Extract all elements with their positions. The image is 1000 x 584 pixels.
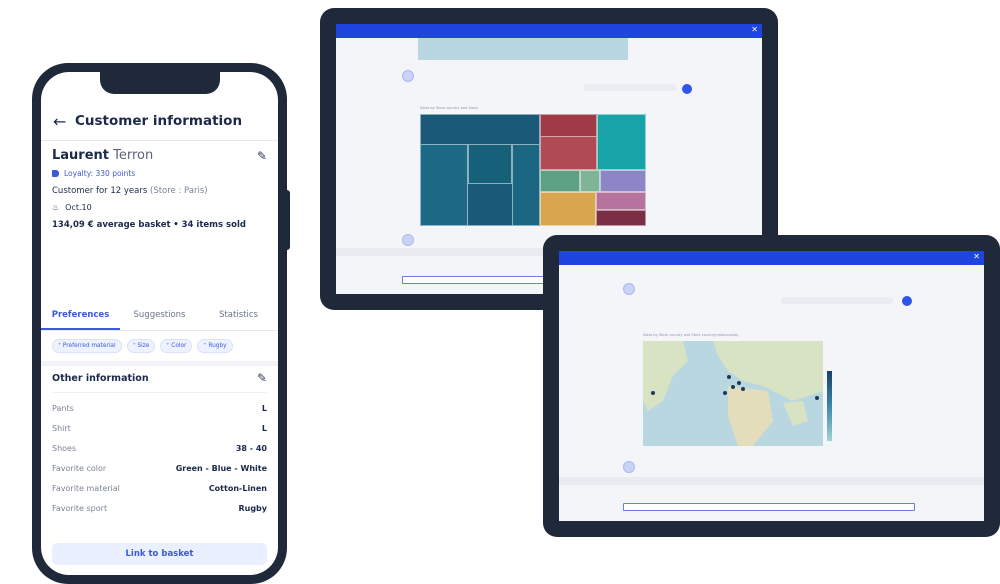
map-legend (827, 371, 832, 441)
top-bar: ✕ (559, 251, 984, 265)
customer-name: Laurent Terron (52, 148, 154, 163)
phone-header: ← Customer information (41, 102, 278, 141)
chat-bubble (781, 297, 893, 304)
other-information: Other information ✎ Pants L Shirt L Shoes 3… (52, 371, 267, 513)
treemap-cell (420, 144, 468, 226)
tablet-front: ✕ Sales by Store country and Store count… (543, 235, 1000, 537)
map-pin (727, 375, 731, 379)
treemap-cell (600, 170, 646, 192)
avatar (623, 461, 635, 473)
send-icon[interactable] (902, 296, 912, 306)
chat-input[interactable] (623, 503, 915, 511)
tab-preferences[interactable]: Preferences (41, 304, 120, 330)
top-bar: ✕ (336, 24, 762, 38)
info-row: Shirt L (52, 424, 267, 433)
treemap-chart (420, 114, 646, 226)
basket-stats: 134,09 € average basket • 34 items sold (52, 220, 246, 230)
phone-side-button (284, 190, 290, 250)
avatar (402, 234, 414, 246)
chip-rugby[interactable]: ⁺ Rugby (197, 339, 233, 353)
avatar (402, 70, 414, 82)
chip-size[interactable]: ⁺ Size (126, 339, 156, 353)
customer-summary: Laurent Terron ✎ Loyalty: 330 points Cus… (52, 148, 267, 230)
treemap-cell (468, 144, 512, 184)
send-icon[interactable] (682, 84, 692, 94)
loyalty-badge: Loyalty: 330 points (52, 169, 267, 178)
map-pin (651, 391, 655, 395)
treemap-cell (596, 210, 646, 226)
close-icon[interactable]: ✕ (751, 25, 758, 34)
info-row: Favorite color Green - Blue - White (52, 464, 267, 473)
close-icon[interactable]: ✕ (973, 252, 980, 261)
phone-device: ← Customer information Laurent Terron ✎ … (32, 63, 287, 584)
suggestions-bar (559, 477, 984, 485)
info-row: Shoes 38 - 40 (52, 444, 267, 453)
treemap-cell (540, 170, 580, 192)
map-land (643, 341, 823, 446)
treemap-cell (596, 192, 646, 210)
map-fragment (418, 38, 628, 60)
treemap-cell (540, 136, 597, 170)
tag-icon (52, 170, 59, 177)
preference-chips: ⁺ Preferred material ⁺ Size ⁺ Color ⁺ Ru… (52, 339, 270, 353)
page-title: Customer information (75, 113, 243, 129)
treemap-cell (597, 114, 646, 170)
arrow-left-icon[interactable]: ← (53, 112, 75, 131)
cake-icon: ♨ (52, 203, 60, 212)
map-pin (741, 387, 745, 391)
tab-suggestions[interactable]: Suggestions (120, 304, 199, 330)
phone-screen: ← Customer information Laurent Terron ✎ … (41, 72, 278, 575)
map-pin (723, 391, 727, 395)
map-pin (731, 385, 735, 389)
chip-preferred-material[interactable]: ⁺ Preferred material (52, 339, 122, 353)
info-row: Pants L (52, 404, 267, 413)
section-title: Other information (52, 372, 149, 384)
map-pin (737, 381, 741, 385)
info-row: Favorite sport Rugby (52, 504, 267, 513)
divider (41, 361, 278, 366)
treemap-cell (580, 170, 600, 192)
birthday: ♨ Oct.10 (52, 203, 92, 212)
customer-since: Customer for 12 years (Store : Paris) (52, 186, 208, 196)
chart-title: Sales by Store country and Store (420, 106, 478, 110)
chip-color[interactable]: ⁺ Color (160, 339, 193, 353)
world-map (643, 341, 823, 446)
edit-pencil-icon[interactable]: ✎ (257, 149, 267, 163)
tablet-front-screen: ✕ Sales by Store country and Store count… (559, 251, 984, 521)
chart-title: Sales by Store country and Store country… (643, 333, 739, 337)
edit-pencil-icon[interactable]: ✎ (257, 371, 267, 385)
treemap-cell (540, 192, 596, 226)
map-pin (815, 396, 819, 400)
tab-bar: Preferences Suggestions Statistics (41, 304, 278, 331)
treemap-cell (512, 144, 540, 226)
avatar (623, 283, 635, 295)
chat-bubble (584, 84, 676, 91)
tab-statistics[interactable]: Statistics (199, 304, 278, 330)
phone-notch (99, 72, 220, 94)
info-row: Favorite material Cotton-Linen (52, 484, 267, 493)
link-to-basket-button[interactable]: Link to basket (52, 543, 267, 565)
